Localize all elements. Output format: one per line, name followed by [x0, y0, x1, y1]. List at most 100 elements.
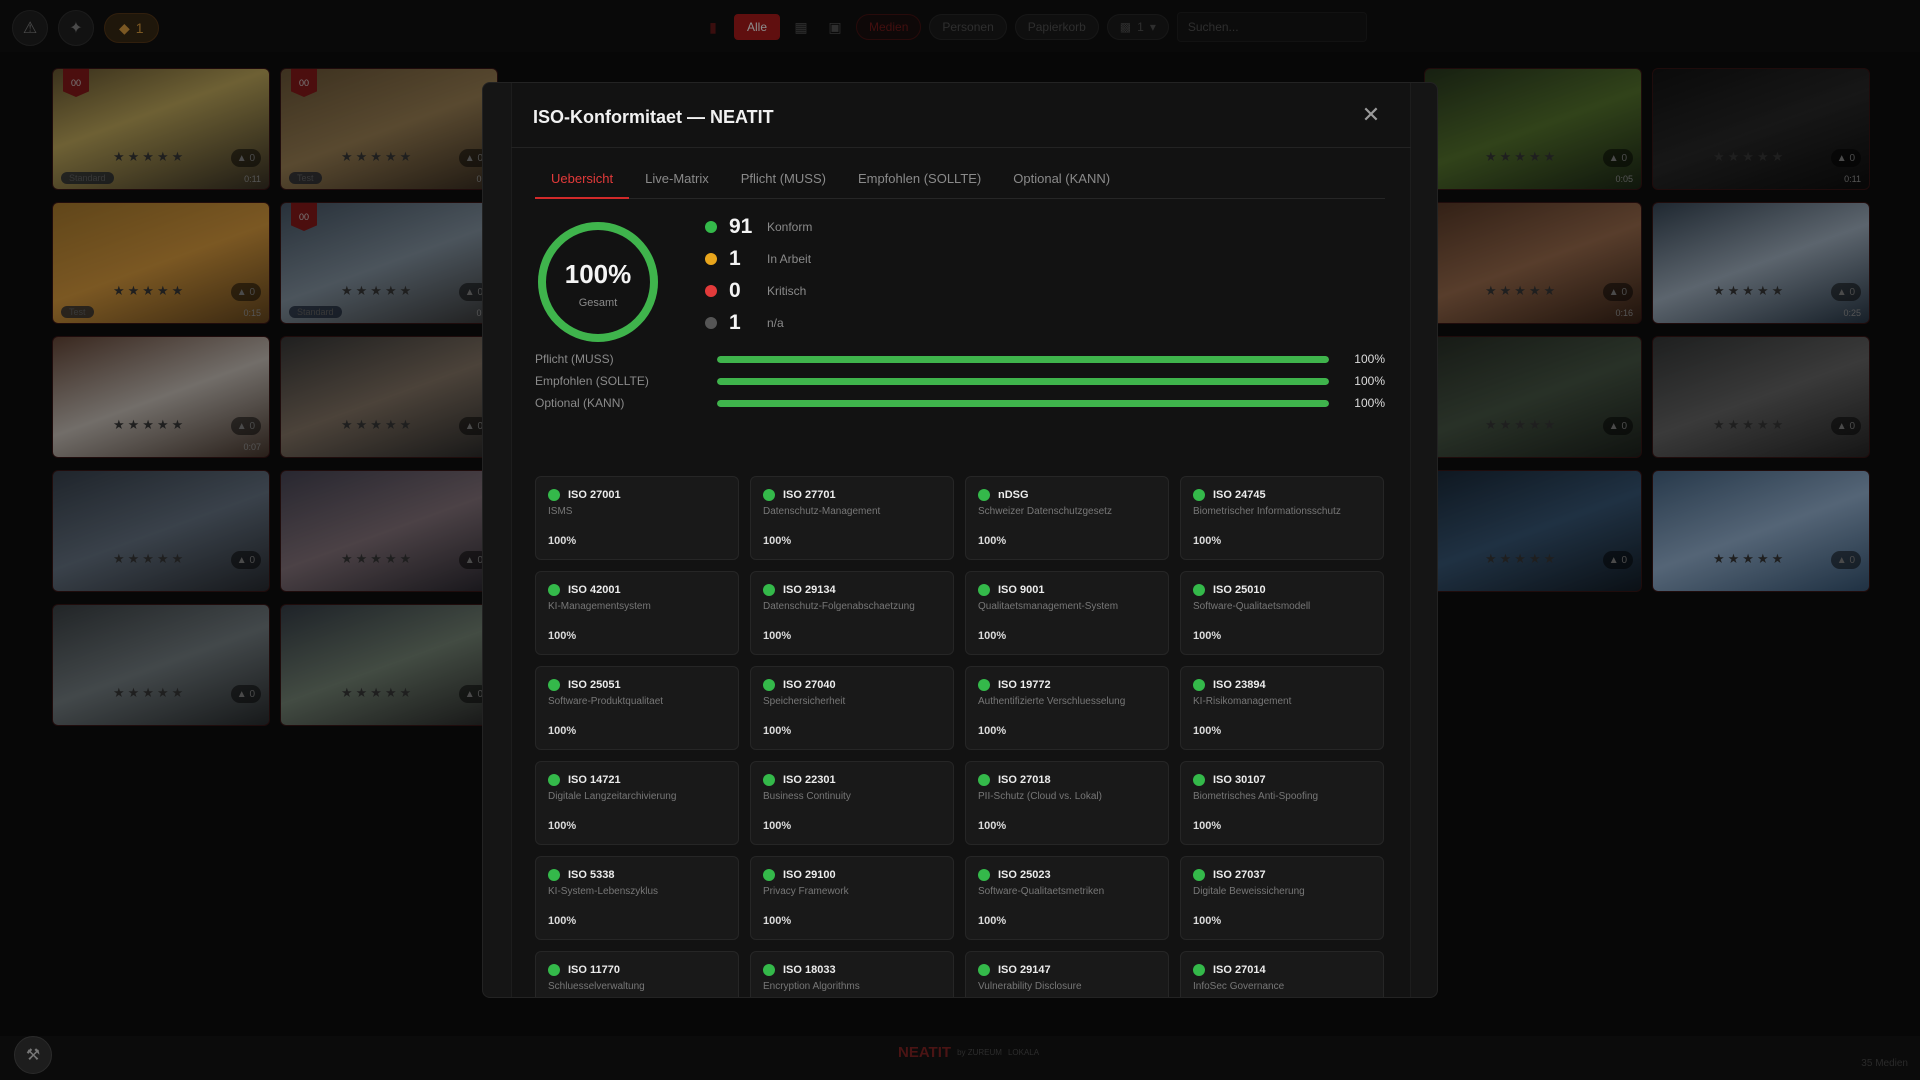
standard-card[interactable]: ISO 27040 Speichersicherheit 100%: [750, 666, 954, 750]
rating-stars[interactable]: ★★★★★: [341, 551, 414, 567]
standard-card[interactable]: ISO 14721 Digitale Langzeitarchivierung 10…: [535, 761, 739, 845]
tab-bar: Uebersicht Live-Matrix Pflicht (MUSS) Empfo…: [535, 171, 1385, 199]
rating-stars[interactable]: ★★★★★: [341, 685, 414, 701]
standard-card[interactable]: ISO 29147 Vulnerability Disclosure: [965, 951, 1169, 997]
standard-card[interactable]: ISO 25023 Software-Qualitaetsmetriken 100%: [965, 856, 1169, 940]
magic-wand-icon[interactable]: ✦: [58, 10, 94, 46]
like-counter[interactable]: ▲ 0: [230, 551, 261, 569]
standard-card[interactable]: ISO 30107 Biometrisches Anti-Spoofing 100%: [1180, 761, 1384, 845]
calendar-select[interactable]: ▩ 1 ▾: [1106, 14, 1169, 40]
like-counter[interactable]: ▲ 0: [230, 149, 261, 167]
close-icon[interactable]: ✕: [1359, 102, 1383, 127]
media-tile[interactable]: ★★★★★ ▲ 0 0:15 Test: [52, 202, 270, 324]
tab-mandatory[interactable]: Pflicht (MUSS): [725, 171, 842, 199]
rating-stars[interactable]: ★★★★★: [1713, 283, 1786, 299]
filter-all-button[interactable]: Alle: [734, 14, 781, 40]
standard-card[interactable]: ISO 29134 Datenschutz-Folgenabschaetzung 1…: [750, 571, 954, 655]
media-tile[interactable]: ★★★★★▲ 00:300Test: [280, 68, 498, 190]
wrench-icon[interactable]: ⚒: [14, 1036, 52, 1074]
rating-stars[interactable]: ★★★★★: [1485, 149, 1558, 165]
image-icon[interactable]: ▣: [822, 14, 848, 40]
filter-media-button[interactable]: Medien: [856, 14, 922, 40]
like-counter[interactable]: ▲ 0: [1602, 283, 1633, 301]
standard-card[interactable]: ISO 23894 KI-Risikomanagement 100%: [1180, 666, 1384, 750]
like-counter[interactable]: ▲ 0: [1830, 551, 1861, 569]
rating-stars[interactable]: ★★★★★: [113, 283, 186, 299]
standard-card[interactable]: ISO 27018 PII-Schutz (Cloud vs. Lokal) 100…: [965, 761, 1169, 845]
tab-overview[interactable]: Uebersicht: [535, 171, 630, 199]
standard-card[interactable]: nDSG Schweizer Datenschutzgesetz 100%: [965, 476, 1169, 560]
top-left-controls: ⚠ ✦ ◆ 1: [12, 10, 159, 46]
rating-stars[interactable]: ★★★★★: [341, 283, 414, 299]
standard-card[interactable]: ISO 25051 Software-Produktqualitaet 100%: [535, 666, 739, 750]
duration-label: 0:05: [1615, 174, 1633, 184]
like-counter[interactable]: ▲ 0: [230, 685, 261, 703]
search-input[interactable]: [1176, 12, 1367, 42]
media-tile[interactable]: ★★★★★ ▲ 0 0:16: [1424, 202, 1642, 324]
rating-stars[interactable]: ★★★★★: [113, 149, 186, 165]
standard-card[interactable]: ISO 27014 InfoSec Governance: [1180, 951, 1384, 997]
grid-icon[interactable]: ▦: [788, 14, 814, 40]
standard-card[interactable]: ISO 19772 Authentifizierte Verschluesselu…: [965, 666, 1169, 750]
media-tile[interactable]: ★★★★★ ▲ 0: [1424, 470, 1642, 592]
standard-card[interactable]: ISO 25010 Software-Qualitaetsmodell 100%: [1180, 571, 1384, 655]
like-counter[interactable]: ▲ 0: [1830, 417, 1861, 435]
rating-stars[interactable]: ★★★★★: [113, 685, 186, 701]
status-label: In Arbeit: [767, 252, 812, 266]
media-tile[interactable]: ★★★★★ ▲ 0 0:11: [1652, 68, 1870, 190]
tab-optional[interactable]: Optional (KANN): [997, 171, 1126, 199]
standard-description: Software-Qualitaetsmodell: [1193, 601, 1311, 612]
media-tile[interactable]: ★★★★★ ▲ 0 0:25: [1652, 202, 1870, 324]
fire-counter-button[interactable]: ◆ 1: [104, 13, 159, 43]
media-tile[interactable]: ★★★★★▲ 00:100Standard: [280, 202, 498, 324]
standard-card[interactable]: ISO 27701 Datenschutz-Management 100%: [750, 476, 954, 560]
tab-recommended[interactable]: Empfohlen (SOLLTE): [842, 171, 997, 199]
trash-icon[interactable]: ▮: [700, 14, 726, 40]
rating-stars[interactable]: ★★★★★: [1713, 417, 1786, 433]
standard-card[interactable]: ISO 22301 Business Continuity 100%: [750, 761, 954, 845]
like-counter[interactable]: ▲ 0: [1830, 283, 1861, 301]
thumbs-up-icon: ▲: [1836, 286, 1850, 298]
media-tile[interactable]: ★★★★★ ▲ 0: [52, 604, 270, 726]
tag-icon[interactable]: ⚠: [12, 10, 48, 46]
rating-stars[interactable]: ★★★★★: [1485, 417, 1558, 433]
standard-card[interactable]: ISO 27037 Digitale Beweissicherung 100%: [1180, 856, 1384, 940]
standard-card[interactable]: ISO 27001 ISMS 100%: [535, 476, 739, 560]
media-tile[interactable]: ★★★★★ ▲ 0 0:05: [1424, 68, 1642, 190]
like-counter[interactable]: ▲ 0: [1602, 417, 1633, 435]
rating-stars[interactable]: ★★★★★: [341, 149, 414, 165]
rating-stars[interactable]: ★★★★★: [1713, 551, 1786, 567]
rating-stars[interactable]: ★★★★★: [1485, 283, 1558, 299]
tab-live-matrix[interactable]: Live-Matrix: [629, 171, 725, 199]
media-tile[interactable]: ★★★★★ ▲ 0: [52, 470, 270, 592]
standard-card[interactable]: ISO 42001 KI-Managementsystem 100%: [535, 571, 739, 655]
standard-description: Vulnerability Disclosure: [978, 981, 1082, 992]
media-tile[interactable]: ★★★★★ ▲ 0 0:11 00 Standard: [52, 68, 270, 190]
media-tile[interactable]: ★★★★★ ▲ 0: [280, 604, 498, 726]
media-tile[interactable]: ★★★★★ ▲ 0 0:07: [52, 336, 270, 458]
standard-card[interactable]: ISO 24745 Biometrischer Informationsschut…: [1180, 476, 1384, 560]
media-tile[interactable]: ★★★★★ ▲ 0: [1424, 336, 1642, 458]
like-counter[interactable]: ▲ 0: [1602, 551, 1633, 569]
media-tile[interactable]: ★★★★★ ▲ 0: [280, 470, 498, 592]
filter-persons-button[interactable]: Personen: [929, 14, 1007, 40]
like-counter[interactable]: ▲ 0: [230, 417, 261, 435]
media-tile[interactable]: ★★★★★ ▲ 0: [1652, 336, 1870, 458]
dialog-title: ISO-Konformitaet — NEATIT: [533, 107, 774, 127]
rating-stars[interactable]: ★★★★★: [1485, 551, 1558, 567]
rating-stars[interactable]: ★★★★★: [341, 417, 414, 433]
rating-stars[interactable]: ★★★★★: [113, 551, 186, 567]
media-tile[interactable]: ★★★★★ ▲ 0: [280, 336, 498, 458]
standard-card[interactable]: ISO 9001 Qualitaetsmanagement-System 100%: [965, 571, 1169, 655]
rating-stars[interactable]: ★★★★★: [1713, 149, 1786, 165]
media-tile[interactable]: ★★★★★ ▲ 0: [1652, 470, 1870, 592]
like-counter[interactable]: ▲ 0: [1602, 149, 1633, 167]
filter-trash-button[interactable]: Papierkorb: [1014, 14, 1099, 40]
rating-stars[interactable]: ★★★★★: [113, 417, 186, 433]
standard-card[interactable]: ISO 5338 KI-System-Lebenszyklus 100%: [535, 856, 739, 940]
standard-card[interactable]: ISO 18033 Encryption Algorithms: [750, 951, 954, 997]
standard-card[interactable]: ISO 29100 Privacy Framework 100%: [750, 856, 954, 940]
like-counter[interactable]: ▲ 0: [1830, 149, 1861, 167]
like-counter[interactable]: ▲ 0: [230, 283, 261, 301]
standard-card[interactable]: ISO 11770 Schluesselverwaltung: [535, 951, 739, 997]
